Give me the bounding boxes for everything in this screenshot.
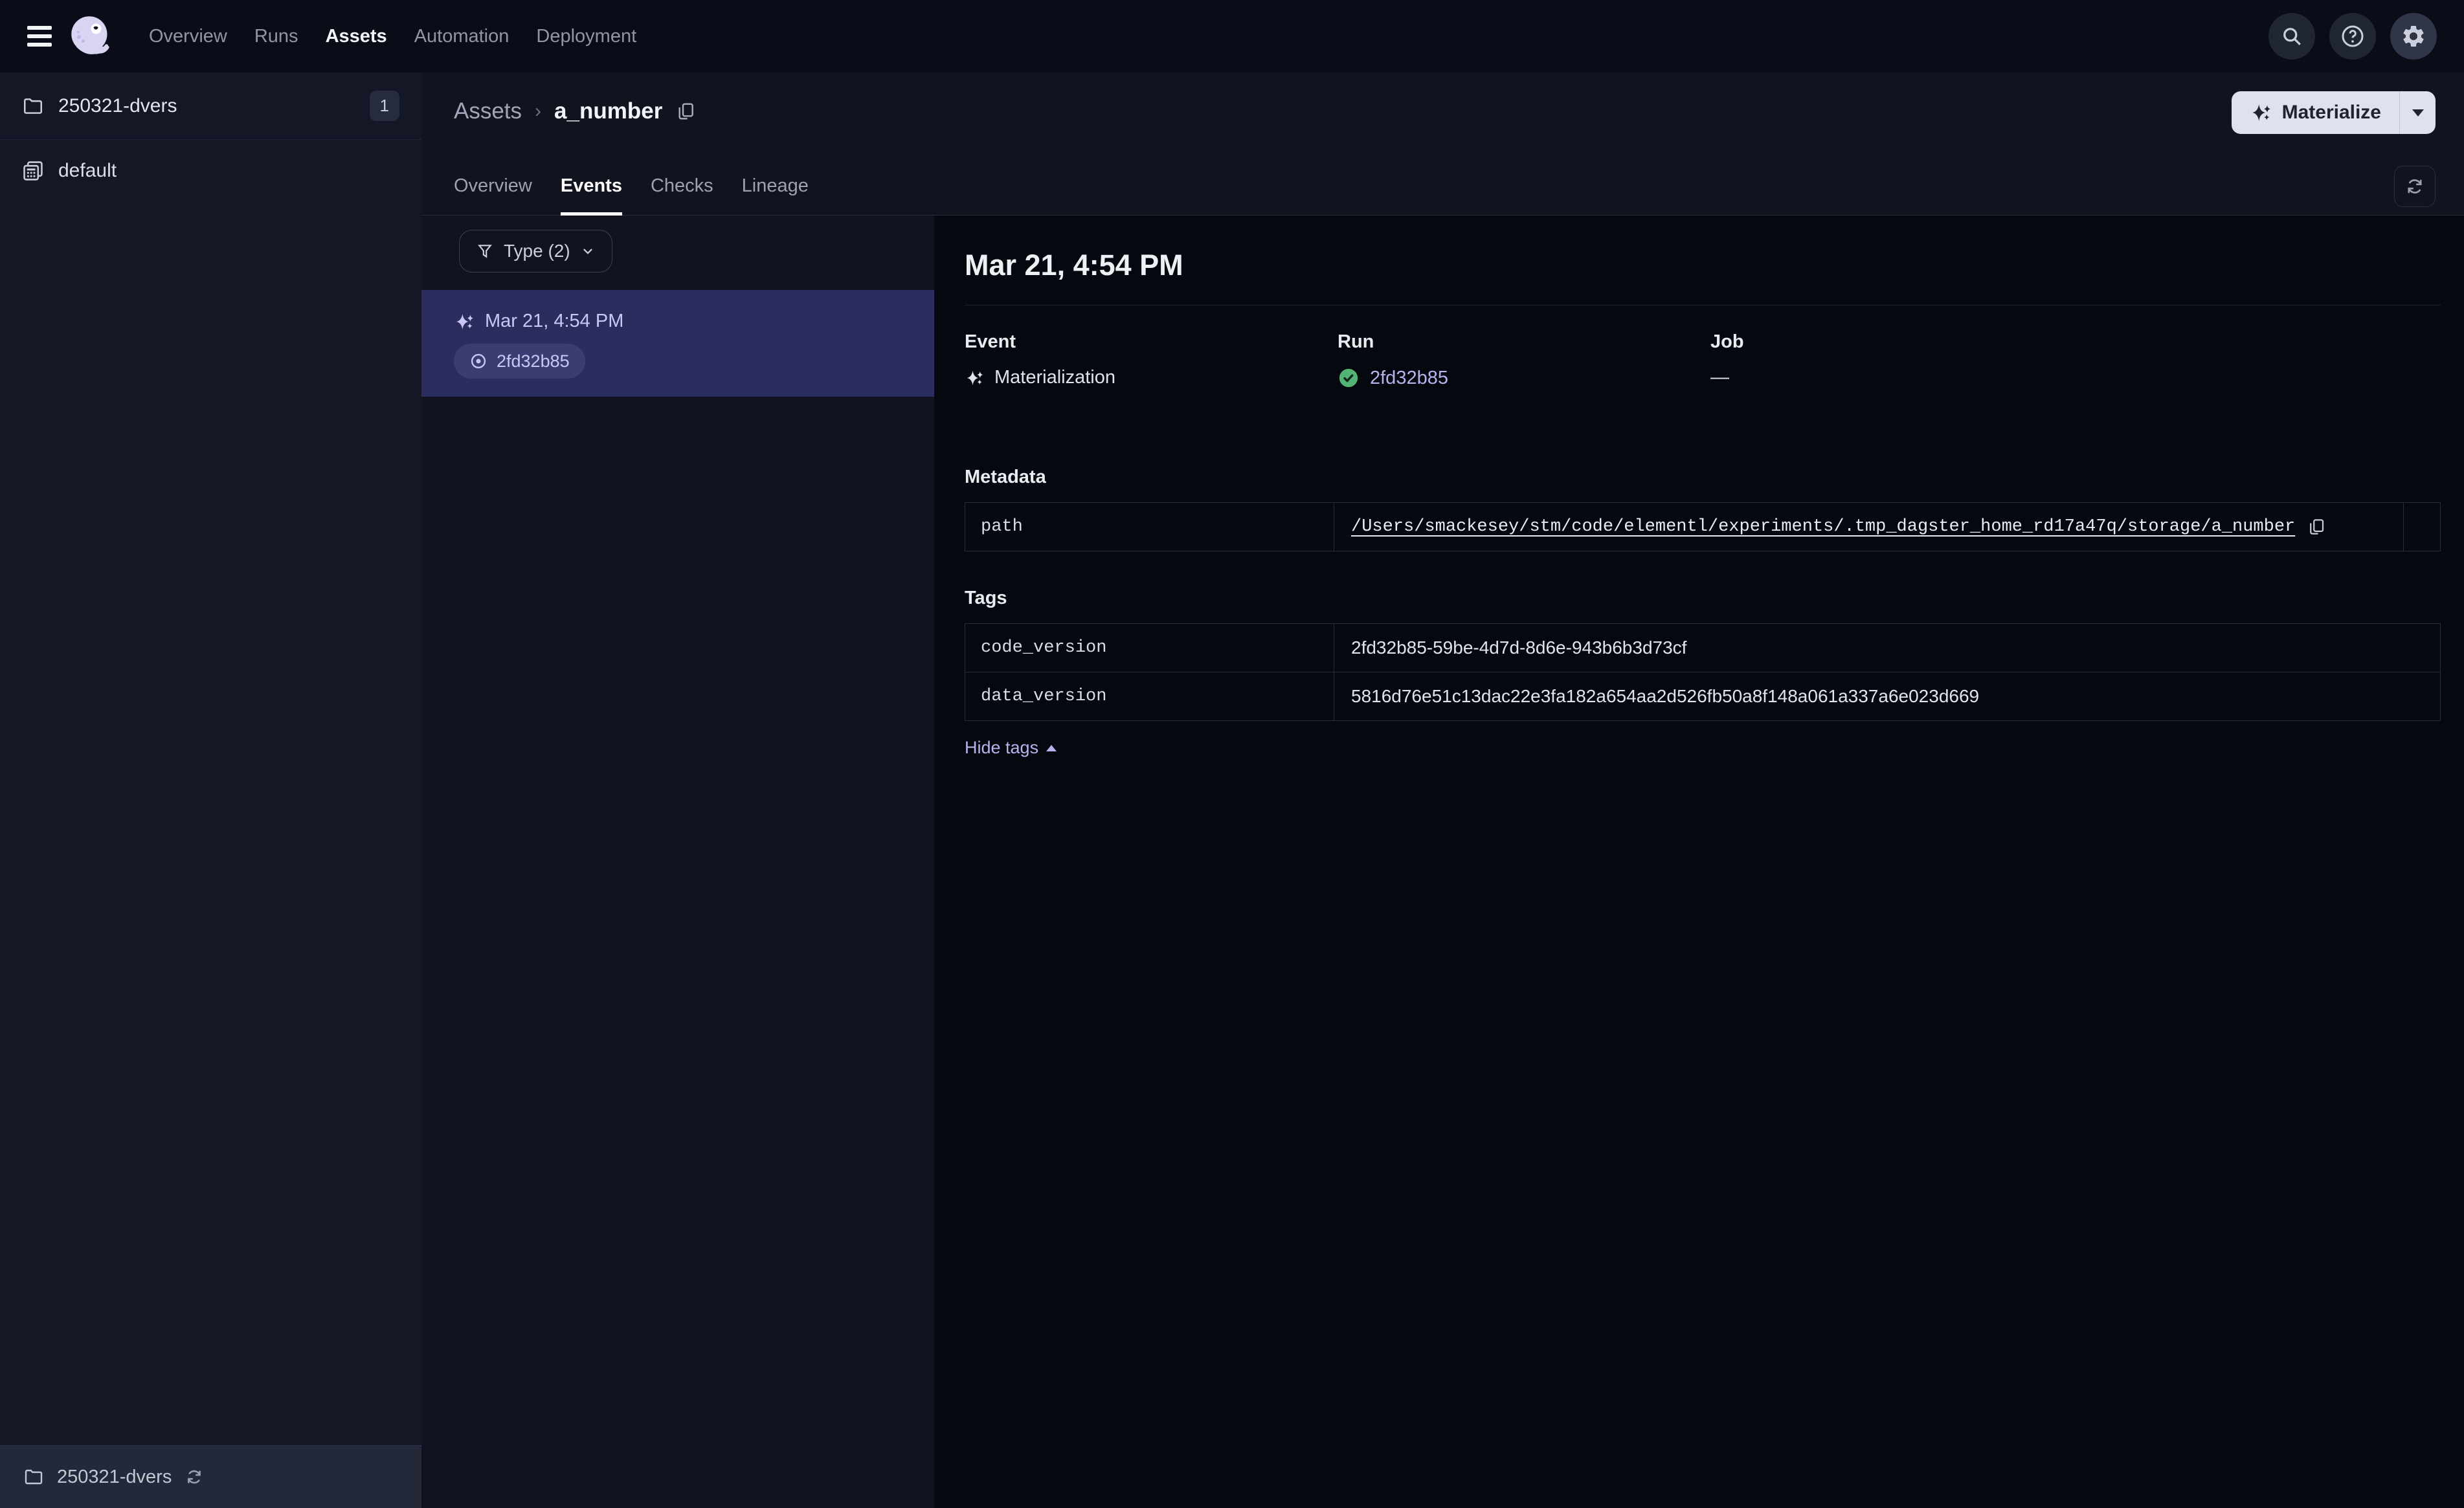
navbar-actions	[2268, 13, 2437, 60]
search-button[interactable]	[2268, 13, 2315, 60]
breadcrumb-separator: ›	[535, 100, 542, 122]
type-filter-label: Type (2)	[504, 241, 570, 261]
metadata-path-link[interactable]: /Users/smackesey/stm/code/elementl/exper…	[1351, 517, 2295, 537]
nav-item-runs[interactable]: Runs	[254, 26, 298, 47]
page-title: a_number	[554, 98, 663, 124]
event-run-id: 2fd32b85	[497, 351, 570, 371]
metadata-value-cell: /Users/smackesey/stm/code/elementl/exper…	[1334, 502, 2404, 551]
run-circle-icon	[471, 353, 486, 369]
job-column-label: Job	[1710, 331, 1744, 352]
tag-key: data_version	[965, 672, 1334, 721]
sidebar-group-label: 250321-dvers	[58, 94, 177, 116]
metadata-table: path /Users/smackesey/stm/code/elementl/…	[965, 502, 2441, 551]
tab-checks[interactable]: Checks	[651, 175, 713, 216]
event-type-value: Materialization	[994, 367, 1115, 388]
materialize-dropdown-button[interactable]	[2399, 91, 2436, 134]
help-icon	[2342, 25, 2364, 47]
reload-location-button[interactable]	[185, 1467, 204, 1487]
refresh-icon	[188, 1470, 201, 1484]
materialize-button[interactable]: Materialize	[2232, 91, 2399, 134]
settings-button[interactable]	[2390, 13, 2437, 60]
nav-item-assets[interactable]: Assets	[326, 26, 387, 47]
breadcrumb: Assets › a_number	[454, 98, 696, 124]
refresh-icon	[2408, 179, 2422, 194]
nav-item-overview[interactable]: Overview	[149, 26, 227, 47]
event-summary-columns: Event Materialization Run 2fd32b85 Job —	[965, 331, 2441, 389]
tab-events[interactable]: Events	[560, 175, 622, 216]
run-id-link[interactable]: 2fd32b85	[1370, 368, 1448, 389]
code-location-footer[interactable]: 250321-dvers	[0, 1445, 421, 1508]
materialize-split-button: Materialize	[2231, 91, 2436, 134]
metadata-heading: Metadata	[965, 467, 1046, 487]
hide-tags-link[interactable]: Hide tags	[965, 738, 1057, 758]
gear-icon	[2403, 26, 2424, 47]
asset-groups-sidebar: 250321-dvers 1 default 250321-dvers	[0, 72, 421, 1508]
tab-overview[interactable]: Overview	[454, 175, 532, 216]
copy-asset-name-button[interactable]	[675, 101, 696, 122]
tag-value: 2fd32b85-59be-4d7d-8d6e-943b6b3d73cf	[1334, 623, 2441, 672]
breadcrumb-assets-link[interactable]: Assets	[454, 98, 522, 124]
tab-lineage[interactable]: Lineage	[742, 175, 809, 216]
refresh-events-button[interactable]	[2394, 166, 2436, 207]
event-item-header: Mar 21, 4:54 PM	[454, 311, 934, 332]
asset-header: Assets › a_number Materialize Overview E…	[421, 72, 2464, 216]
dagster-logo[interactable]	[69, 14, 113, 58]
run-column-label: Run	[1338, 331, 1374, 352]
materialization-sparkle-icon	[456, 313, 473, 329]
table-row: code_version 2fd32b85-59be-4d7d-8d6e-943…	[965, 623, 2441, 672]
folder-icon	[23, 98, 43, 114]
event-list-item[interactable]: Mar 21, 4:54 PM 2fd32b85	[421, 290, 934, 397]
event-detail-title: Mar 21, 4:54 PM	[965, 249, 1183, 282]
run-column: Run 2fd32b85	[1338, 331, 1710, 389]
primary-nav: Overview Runs Assets Automation Deployme…	[149, 26, 636, 47]
materialization-sparkle-icon	[2252, 104, 2270, 121]
copy-icon[interactable]	[2307, 517, 2326, 537]
type-filter-button[interactable]: Type (2)	[459, 230, 612, 272]
repo-icon	[23, 161, 43, 181]
tag-key: code_version	[965, 623, 1334, 672]
search-icon	[2283, 28, 2301, 45]
materialize-button-label: Materialize	[2281, 102, 2381, 123]
copy-icon	[678, 103, 694, 120]
event-detail-pane: Mar 21, 4:54 PM Event Materialization Ru…	[934, 216, 2464, 1508]
hide-tags-caret-icon	[1046, 744, 1057, 751]
top-navbar: Overview Runs Assets Automation Deployme…	[0, 0, 2464, 72]
nav-item-deployment[interactable]: Deployment	[536, 26, 636, 47]
asset-count-badge: 1	[369, 91, 399, 121]
folder-icon	[25, 1469, 43, 1485]
nav-item-automation[interactable]: Automation	[414, 26, 510, 47]
job-column: Job —	[1710, 331, 2083, 389]
table-row: path /Users/smackesey/stm/code/elementl/…	[965, 502, 2441, 551]
filter-row: Type (2)	[421, 216, 934, 272]
code-location-label: 250321-dvers	[57, 1466, 172, 1487]
table-row: data_version 5816d76e51c13dac22e3fa182a6…	[965, 672, 2441, 721]
materialization-sparkle-icon	[967, 370, 983, 385]
event-list-panel: Type (2) Mar 21, 4:54 PM 2fd32b85	[421, 216, 934, 1508]
filter-icon	[478, 245, 492, 258]
event-run-badge[interactable]: 2fd32b85	[454, 344, 585, 379]
hide-tags-label: Hide tags	[965, 738, 1039, 757]
hamburger-icon[interactable]	[27, 21, 52, 51]
metadata-key: path	[965, 502, 1334, 551]
tag-value: 5816d76e51c13dac22e3fa182a654aa2d526fb50…	[1334, 672, 2441, 721]
metadata-actions-cell	[2403, 502, 2441, 551]
success-check-icon	[1339, 368, 1358, 388]
event-column-label: Event	[965, 331, 1016, 352]
sidebar-repo-label: default	[58, 160, 117, 181]
caret-down-icon	[2412, 109, 2424, 116]
job-value: —	[1710, 367, 1729, 388]
sidebar-item-group[interactable]: 250321-dvers 1	[0, 72, 421, 140]
sidebar-item-default-repo[interactable]: default	[0, 140, 421, 202]
help-button[interactable]	[2329, 13, 2376, 60]
tags-heading: Tags	[965, 588, 1007, 608]
asset-tabs: Overview Events Checks Lineage	[454, 175, 809, 216]
chevron-down-icon	[583, 249, 592, 254]
event-timestamp: Mar 21, 4:54 PM	[485, 311, 624, 331]
tags-table: code_version 2fd32b85-59be-4d7d-8d6e-943…	[965, 623, 2441, 721]
event-column: Event Materialization	[965, 331, 1338, 389]
